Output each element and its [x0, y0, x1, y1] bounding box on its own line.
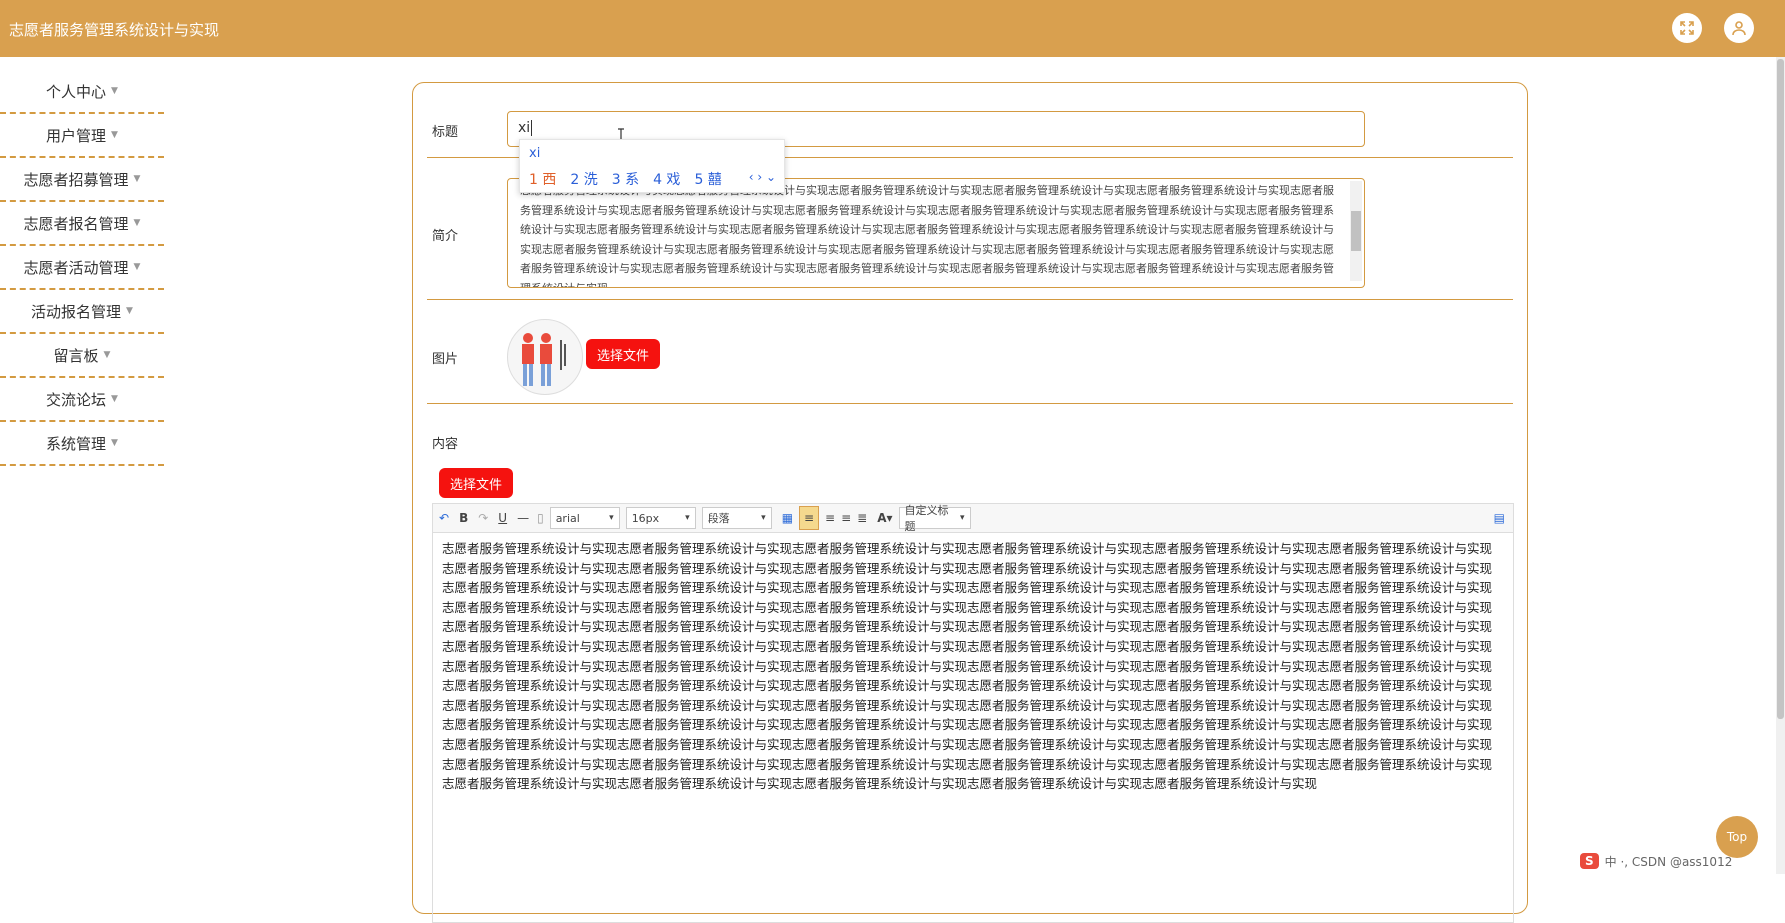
undo-icon[interactable]: ↶: [439, 507, 449, 529]
caret-down-icon: ▼: [111, 130, 118, 140]
ime-candidate[interactable]: 1 西: [529, 169, 556, 189]
ime-candidate[interactable]: 3 系: [612, 169, 639, 189]
sidebar-item-activity-signup[interactable]: 活动报名管理 ▼: [0, 290, 164, 334]
align-center-icon[interactable]: ≡: [825, 507, 835, 529]
uploaded-image-thumbnail: [507, 319, 583, 395]
ime-tray: S 中 ·, CSDN @ass1012: [1580, 848, 1785, 874]
paragraph-select[interactable]: 段落: [701, 507, 772, 529]
align-justify-icon[interactable]: ≣: [857, 507, 867, 529]
bold-icon[interactable]: B: [459, 507, 468, 529]
font-color-icon[interactable]: A▾: [877, 507, 892, 529]
ime-candidate[interactable]: 4 戏: [653, 169, 680, 189]
content-label: 内容: [432, 437, 459, 452]
sidebar-item-forum[interactable]: 交流论坛 ▼: [0, 378, 164, 422]
caret-down-icon: ▼: [111, 86, 118, 96]
ime-candidate[interactable]: 5 囍: [694, 169, 721, 189]
horizontal-rule-icon[interactable]: —: [517, 507, 529, 529]
custom-heading-select[interactable]: 自定义标题: [898, 504, 971, 533]
align-right-icon[interactable]: ≡: [841, 507, 851, 529]
redo-icon[interactable]: ↷: [478, 507, 488, 529]
document-icon[interactable]: ▯: [537, 507, 544, 529]
content-choose-file-button[interactable]: 选择文件: [439, 468, 513, 498]
underline-icon[interactable]: U: [498, 507, 507, 529]
content-editor[interactable]: 志愿者服务管理系统设计与实现志愿者服务管理系统设计与实现志愿者服务管理系统设计与…: [432, 533, 1514, 923]
edit-form-panel: 标题 xi xi 1 西 2 洗 3 系 4 戏 5 囍 ‹ › ⌄ 简介 志愿…: [412, 82, 1528, 923]
sidebar-item-system-management[interactable]: 系统管理 ▼: [0, 422, 164, 466]
divider: [427, 403, 1513, 404]
ime-page-arrows-icon[interactable]: ‹ › ⌄: [749, 170, 776, 184]
sidebar-item-recruit-management[interactable]: 志愿者招募管理 ▼: [0, 158, 164, 202]
caret-down-icon: ▼: [103, 350, 111, 360]
align-left-icon[interactable]: ≡: [799, 506, 820, 530]
divider: [427, 299, 1513, 300]
caret-down-icon: ▼: [126, 306, 133, 316]
sidebar-item-user-management[interactable]: 用户管理 ▼: [0, 114, 164, 158]
sidebar-item-personal-center[interactable]: 个人中心 ▼: [0, 70, 164, 114]
ime-pinyin: xi: [529, 146, 541, 161]
intro-scrollbar[interactable]: [1350, 181, 1362, 281]
caret-down-icon: ▼: [133, 262, 141, 272]
caret-down-icon: ▼: [111, 438, 118, 448]
ime-candidate[interactable]: 2 洗: [570, 169, 597, 189]
table-icon[interactable]: ▦: [782, 507, 793, 529]
sidebar-item-activity-management[interactable]: 志愿者活动管理 ▼: [0, 246, 164, 290]
intro-label: 简介: [432, 229, 459, 244]
page-scrollbar[interactable]: [1776, 57, 1785, 874]
font-family-select[interactable]: arial: [549, 507, 620, 529]
sidebar-item-message-board[interactable]: 留言板 ▼: [0, 334, 164, 378]
intro-textarea[interactable]: 志愿者服务管理系统设计与实现志愿者服务管理系统设计与实现志愿者服务管理系统设计与…: [507, 178, 1365, 288]
font-size-select[interactable]: 16px: [625, 507, 696, 529]
editor-toolbar: ↶ B ↷ U — ▯ arial 16px 段落 ▦ ≡ ≡ ≡ ≣ A▾ 自…: [432, 503, 1514, 533]
app-title: 志愿者服务管理系统设计与实现: [9, 21, 220, 39]
ime-candidate-popup: xi 1 西 2 洗 3 系 4 戏 5 囍 ‹ › ⌄: [519, 139, 785, 193]
sidebar-item-signup-management[interactable]: 志愿者报名管理 ▼: [0, 202, 164, 246]
sidebar: 个人中心 ▼ 用户管理 ▼ 志愿者招募管理 ▼ 志愿者报名管理 ▼ 志愿者活动管理 ▼ 活…: [0, 70, 164, 466]
caret-down-icon: ▼: [111, 394, 118, 404]
choose-file-button[interactable]: 选择文件: [586, 339, 660, 369]
caret-down-icon: ▼: [133, 174, 141, 184]
fullscreen-icon[interactable]: [1672, 13, 1702, 43]
sogou-logo-icon: S: [1580, 853, 1599, 869]
user-icon[interactable]: [1724, 13, 1754, 43]
html-source-icon[interactable]: ▤: [1494, 507, 1505, 529]
image-label: 图片: [432, 352, 459, 367]
top-bar: 志愿者服务管理系统设计与实现: [0, 0, 1785, 57]
tray-text: 中 ·, CSDN @ass1012: [1604, 854, 1733, 869]
caret-down-icon: ▼: [133, 218, 141, 228]
title-label: 标题: [432, 125, 459, 140]
